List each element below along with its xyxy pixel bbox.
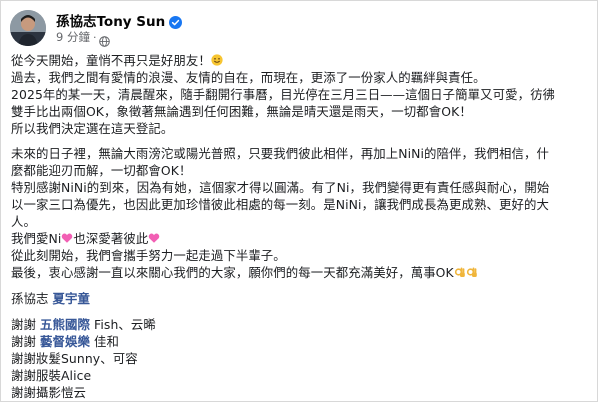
avatar[interactable] xyxy=(10,10,46,46)
pink-heart-icon xyxy=(61,231,73,243)
ok-hand-emoji-icon xyxy=(466,265,478,277)
author-name[interactable]: 孫協志Tony Sun xyxy=(56,10,165,30)
post-text: 最後，衷心感謝一直以來關心我們的大家，願你們的每一天都充滿美好，萬事OK xyxy=(11,265,454,280)
tagged-user-link[interactable]: 夏宇童 xyxy=(53,291,90,306)
post-text: 我們愛Ni xyxy=(11,231,62,246)
separator-dot: · xyxy=(92,30,97,44)
thanks-line: 謝謝 藝督娛樂 佳和 xyxy=(11,333,591,350)
post-line: 雙手比出兩個OK，象徵著無論遇到任何困難，無論是晴天還是雨天，一切都會OK！ xyxy=(11,104,472,119)
signature-line: 孫協志 夏宇童 xyxy=(11,290,591,307)
post-line: 最後，衷心感謝一直以來關心我們的大家，願你們的每一天都充滿美好，萬事OK xyxy=(11,264,591,281)
post-text: 從今天開始，童悄不再只是好朋友！ xyxy=(11,53,211,68)
tagged-page-link[interactable]: 五熊國際 xyxy=(40,317,90,332)
tagged-page-link[interactable]: 藝督娛樂 xyxy=(40,334,90,349)
ok-hand-emoji-icon xyxy=(454,265,466,277)
post-line: 我們愛Ni 也深愛著彼此 xyxy=(11,230,591,247)
post-text: 佳和 xyxy=(90,334,120,349)
post-line: 從此刻開始，我們會攜手努力一起走過下半輩子。 xyxy=(11,248,286,263)
post-text: Fish、云晞 xyxy=(90,317,156,332)
post-line: 2025年的某一天，清晨醒來，隨手翻開行事曆，目光停在三月三日——這個日子簡單又… xyxy=(11,87,556,102)
post-line: 以一家三口為優先，也因此更加珍惜彼此相處的每一刻。是NiNi，讓我們成長為更成熟… xyxy=(11,197,549,212)
post-line: 特別感謝NiNi的到來，因為有她，這個家才得以圓滿。有了Ni，我們變得更有責任感… xyxy=(11,180,550,195)
post-line: 麼都能迎刃而解，一切都會OK！ xyxy=(11,163,192,178)
verified-badge-icon xyxy=(169,14,183,29)
thanks-line: 謝謝 五熊國際 Fish、云晞 xyxy=(11,316,591,333)
post-text: 也深愛著彼此 xyxy=(73,231,149,246)
thanks-line: 謝謝服裝Alice xyxy=(11,368,92,383)
post-line: 從今天開始，童悄不再只是好朋友！ xyxy=(11,52,591,69)
post-text: 謝謝 xyxy=(11,317,41,332)
post-line: 過去，我們之間有愛情的浪漫、友情的自在，而現在，更添了一份家人的羈絆與責任。 xyxy=(11,70,486,85)
post-text: 謝謝 xyxy=(11,334,41,349)
smile-emoji-icon xyxy=(211,53,223,66)
pink-heart-icon xyxy=(148,231,160,243)
post-body: 從今天開始，童悄不再只是好朋友！ 過去，我們之間有愛情的浪漫、友情的自在，而現在… xyxy=(11,52,591,401)
post-timestamp[interactable]: 9 分鐘 xyxy=(56,29,90,45)
globe-icon[interactable] xyxy=(99,32,111,47)
post-line: 所以我們決定選在這天登記。 xyxy=(11,121,174,136)
post-line: 未來的日子裡，無論大雨滂沱或陽光普照，只要我們彼此相伴，再加上NiNi的陪伴，我… xyxy=(11,146,549,161)
post-line: 人。 xyxy=(11,214,36,229)
signature-author: 孫協志 xyxy=(11,291,53,306)
thanks-line: 謝謝妝髮Sunny、可容 xyxy=(11,351,138,366)
thanks-line: 謝謝攝影愷云 xyxy=(11,385,86,400)
